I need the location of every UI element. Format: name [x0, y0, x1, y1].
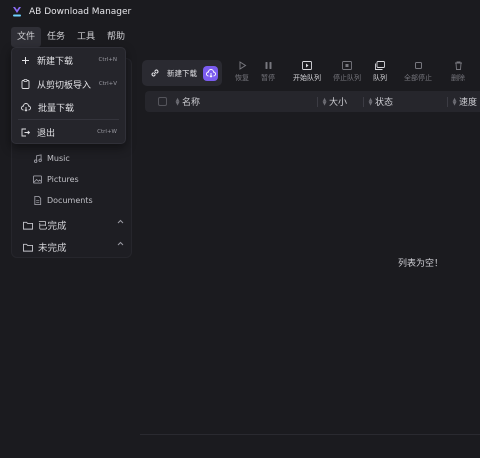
stop-all-label: 全部停止	[404, 74, 432, 82]
sidebar-group-incomplete[interactable]: 未完成	[23, 240, 133, 254]
table-header: ▲ ▼ 名称 ▲ ▼ 大小 ▲ ▼ 状态 ▲ ▼ 速度	[145, 91, 480, 112]
chevron-up-icon[interactable]	[117, 219, 124, 224]
plus-icon	[22, 56, 29, 64]
shortcut-label: Ctrl+V	[98, 81, 117, 87]
music-icon	[33, 154, 42, 163]
empty-list-message: 列表为空！	[398, 259, 444, 269]
delete-button[interactable]: 删除	[449, 60, 467, 86]
start-queue-button[interactable]: 开始队列	[291, 60, 323, 86]
new-download-button[interactable]: 新建下载	[142, 60, 222, 86]
exit-icon	[21, 128, 30, 136]
app-logo-icon	[11, 6, 23, 18]
column-divider[interactable]	[317, 97, 318, 107]
toolbar: 新建下载 恢复 暂停 开始队列 停止队列 队列 全部停止 删除	[142, 58, 480, 88]
new-download-label: 新建下载	[167, 68, 197, 78]
delete-label: 删除	[451, 74, 465, 82]
menu-item-batch-download[interactable]: 批量下载	[12, 96, 125, 118]
sidebar-group-completed[interactable]: 已完成	[23, 218, 133, 232]
menu-separator	[18, 119, 119, 120]
status-bar-divider	[140, 434, 480, 435]
stop-icon	[414, 62, 422, 69]
sort-icon: ▲ ▼	[322, 96, 327, 107]
menu-file[interactable]: 文件	[11, 27, 42, 47]
sidebar-item-music[interactable]: Music	[33, 154, 70, 163]
sort-icon: ▲ ▼	[175, 96, 180, 107]
stop-queue-button[interactable]: 停止队列	[331, 60, 363, 86]
pause-icon	[265, 62, 271, 69]
column-header-size[interactable]: ▲ ▼ 大小	[322, 91, 347, 112]
title-bar: AB Download Manager	[0, 0, 480, 24]
queue-icon	[375, 61, 385, 70]
menu-tools[interactable]: 工具	[71, 27, 101, 47]
folder-icon	[23, 243, 33, 252]
queue-button[interactable]: 队列	[371, 60, 389, 86]
app-title: AB Download Manager	[29, 7, 132, 17]
sort-icon: ▲ ▼	[368, 96, 373, 107]
resume-button[interactable]: 恢复	[233, 60, 251, 86]
sidebar-item-label: Pictures	[47, 175, 79, 184]
trash-icon	[454, 61, 462, 70]
column-header-status[interactable]: ▲ ▼ 状态	[368, 91, 393, 112]
menu-tasks[interactable]: 任务	[41, 27, 71, 47]
cloud-download-icon	[21, 102, 31, 112]
start-queue-label: 开始队列	[293, 74, 321, 82]
shortcut-label: Ctrl+N	[98, 57, 117, 63]
clipboard-icon	[21, 79, 30, 89]
document-icon	[34, 196, 42, 205]
menu-item-exit[interactable]: 退出 Ctrl+W	[12, 121, 125, 143]
file-menu-dropdown: 新建下载 Ctrl+N 从剪切板导入 Ctrl+V 批量下载 退出 Ctrl+W	[11, 47, 126, 144]
menu-help[interactable]: 帮助	[101, 27, 131, 47]
pause-label: 暂停	[261, 74, 275, 82]
column-header-name[interactable]: ▲ ▼ 名称	[175, 91, 200, 112]
play-icon	[239, 61, 246, 70]
column-header-speed[interactable]: ▲ ▼ 速度	[452, 91, 477, 112]
menu-bar: 文件 任务 工具 帮助	[11, 27, 131, 47]
column-divider[interactable]	[447, 97, 448, 107]
stop-queue-label: 停止队列	[333, 74, 361, 82]
sidebar-group-label: 未完成	[38, 243, 67, 254]
column-divider[interactable]	[363, 97, 364, 107]
queue-label: 队列	[373, 74, 387, 82]
sidebar-item-label: Documents	[47, 196, 93, 205]
chevron-up-icon[interactable]	[117, 241, 124, 246]
stop-all-button[interactable]: 全部停止	[402, 60, 434, 86]
shortcut-label: Ctrl+W	[97, 129, 117, 135]
image-icon	[33, 175, 42, 184]
select-all-checkbox[interactable]	[158, 97, 167, 106]
link-icon	[151, 69, 159, 77]
folder-icon	[23, 221, 33, 230]
sort-icon: ▲ ▼	[452, 96, 457, 107]
pause-button[interactable]: 暂停	[259, 60, 277, 86]
resume-label: 恢复	[235, 74, 249, 82]
menu-item-new-download[interactable]: 新建下载 Ctrl+N	[12, 49, 125, 71]
queue-start-icon	[302, 61, 312, 70]
cloud-download-icon[interactable]	[203, 66, 218, 81]
sidebar-item-label: Music	[47, 154, 70, 163]
sidebar-item-documents[interactable]: Documents	[33, 196, 93, 205]
sidebar-item-pictures[interactable]: Pictures	[33, 175, 79, 184]
sidebar-group-label: 已完成	[38, 221, 67, 232]
menu-item-import-clipboard[interactable]: 从剪切板导入 Ctrl+V	[12, 73, 125, 95]
queue-stop-icon	[342, 61, 352, 70]
